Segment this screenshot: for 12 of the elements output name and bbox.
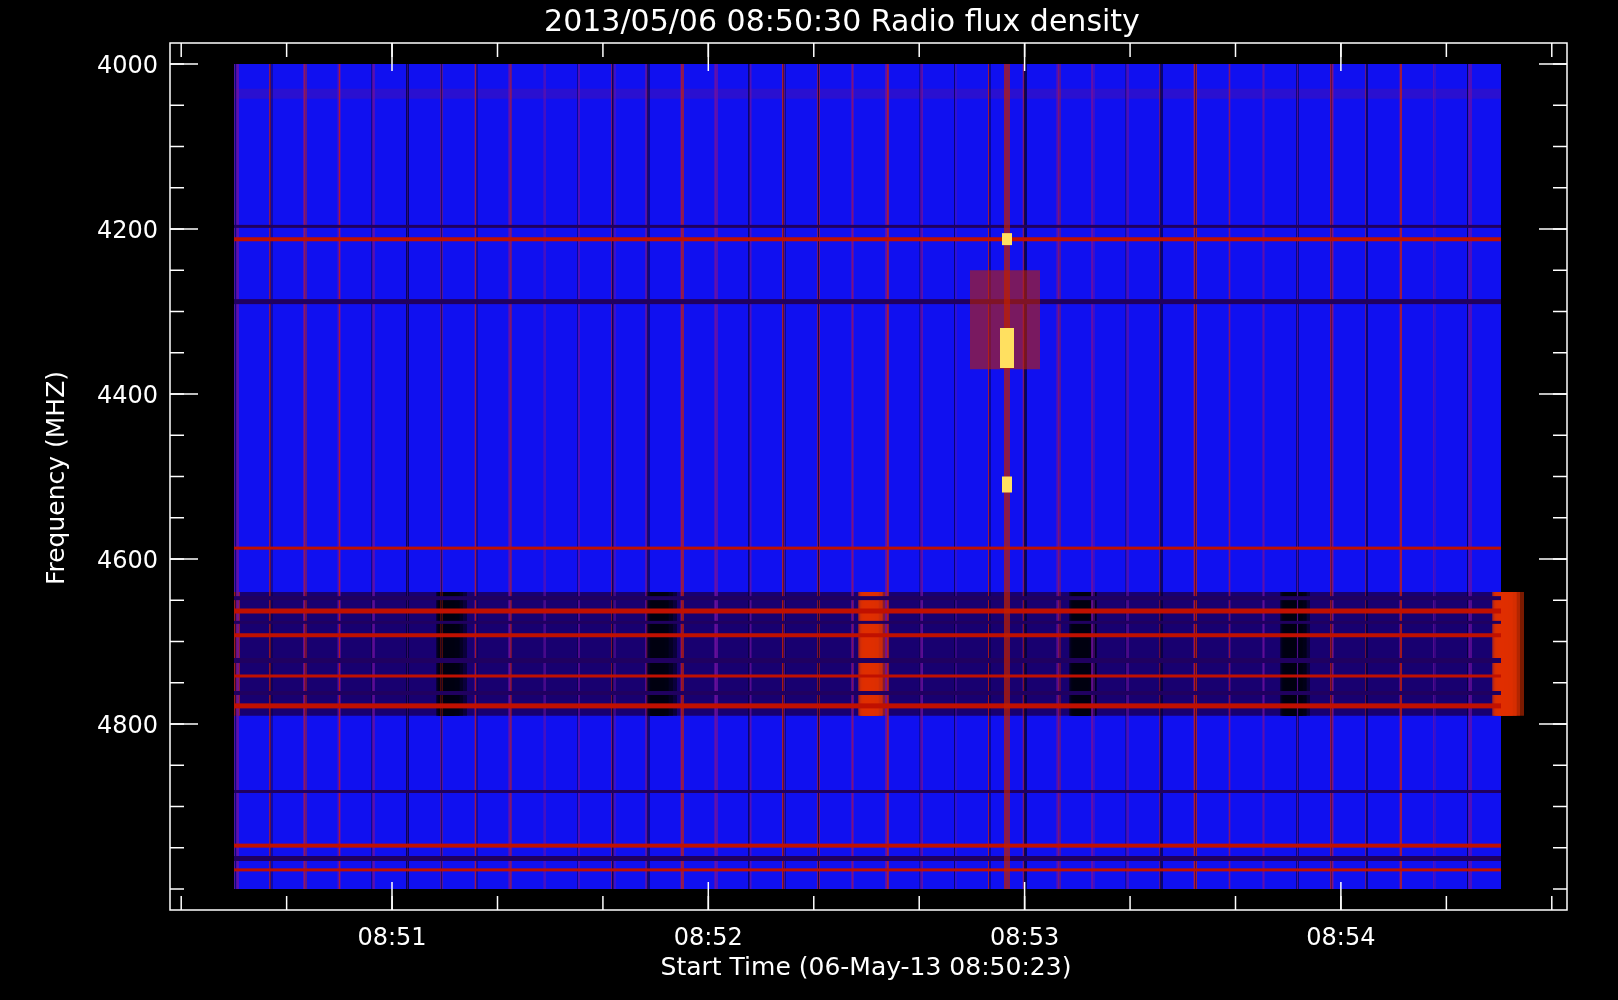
axis-tick-label: 4400 [96, 381, 158, 409]
axis-tick-label: 08:54 [1306, 923, 1376, 951]
axis-tick-label: 08:52 [673, 923, 743, 951]
axis-tick-label: 4800 [96, 711, 158, 739]
axis-tick-label: 4600 [96, 546, 158, 574]
axis-title: Frequency (MHZ) [41, 370, 70, 586]
axis-tick-label: 4000 [96, 51, 158, 79]
axis-tick-label: 4200 [96, 216, 158, 244]
axis-tick-label: 08:53 [990, 923, 1060, 951]
axis-title: Start Time (06-May-13 08:50:23) [660, 952, 1072, 981]
axis-tick-label: 08:51 [357, 923, 427, 951]
chart-title: 2013/05/06 08:50:30 Radio flux density [544, 3, 1140, 38]
